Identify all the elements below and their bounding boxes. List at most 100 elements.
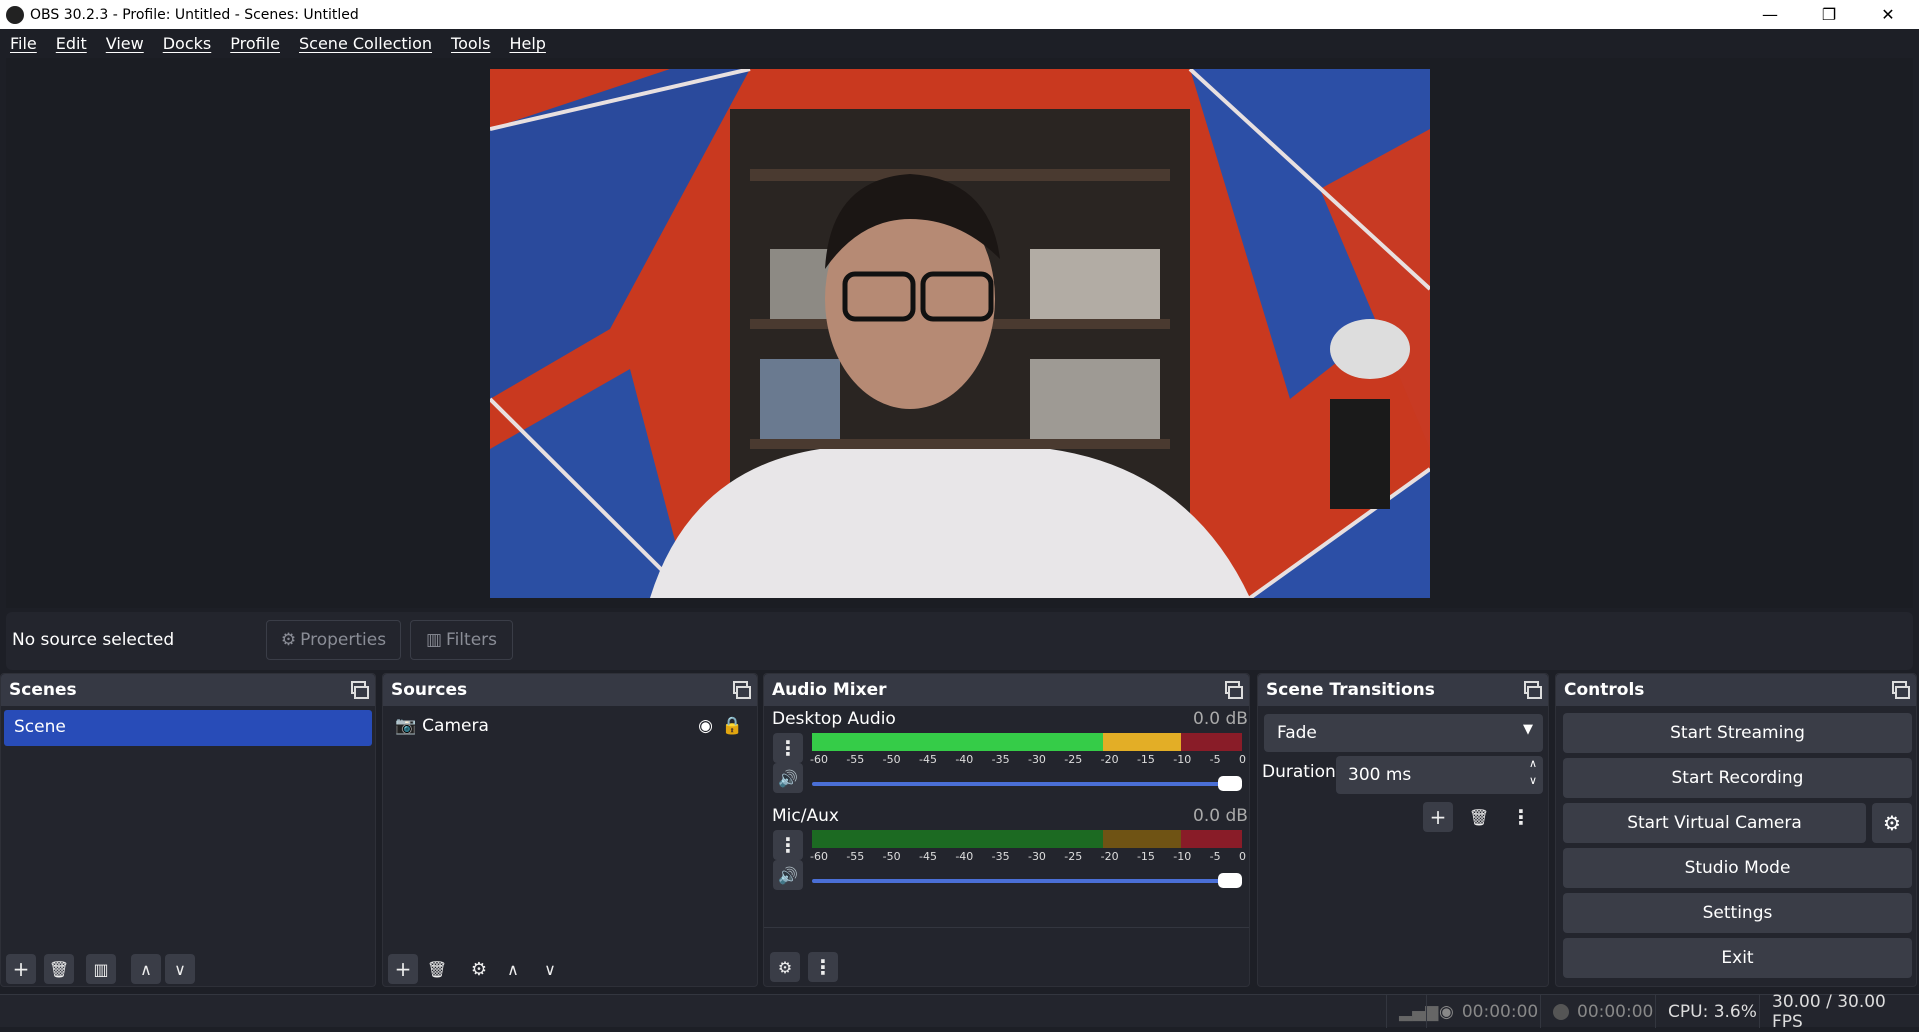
meter-tick-label: -20: [1100, 753, 1119, 766]
volume-slider-handle[interactable]: [1218, 873, 1242, 888]
scene-filters-button[interactable]: ▥: [86, 954, 116, 984]
move-source-down-button[interactable]: ∨: [535, 954, 565, 984]
meter-tick-label: -60: [810, 850, 828, 863]
audio-advanced-settings-button[interactable]: ⚙: [770, 952, 800, 982]
volume-slider[interactable]: [812, 776, 1242, 791]
meter-green: [812, 830, 1103, 848]
mute-speaker-icon[interactable]: 🔊: [773, 860, 803, 890]
properties-button[interactable]: ⚙ Properties: [266, 620, 401, 660]
menu-profile[interactable]: Profile: [220, 34, 289, 53]
meter-tick-label: -25: [1064, 753, 1083, 766]
filter-icon: ▥: [425, 630, 443, 650]
source-label: Camera: [422, 716, 489, 736]
visibility-eye-icon[interactable]: ◉: [698, 716, 713, 736]
move-scene-up-button[interactable]: ∧: [131, 954, 161, 984]
channel-db: 0.0 dB: [1193, 806, 1248, 826]
menu-file[interactable]: File: [0, 34, 46, 53]
spin-up-icon[interactable]: ∧: [1529, 757, 1537, 770]
start-streaming-button[interactable]: Start Streaming: [1563, 713, 1912, 753]
gear-icon: ⚙: [280, 630, 297, 650]
window-title: OBS 30.2.3 - Profile: Untitled - Scenes:…: [30, 6, 359, 23]
volume-slider-handle[interactable]: [1218, 776, 1242, 791]
add-scene-button[interactable]: +: [6, 954, 36, 984]
no-source-label: No source selected: [12, 630, 175, 650]
channel-name: Mic/Aux: [772, 806, 839, 826]
remove-source-button[interactable]: 🗑: [422, 954, 452, 984]
menu-help[interactable]: Help: [499, 34, 554, 53]
meter-tick-label: -60: [810, 753, 828, 766]
menu-view[interactable]: View: [96, 34, 153, 53]
audio-mixer-menu-button[interactable]: ⋮: [808, 952, 838, 982]
settings-button[interactable]: Settings: [1563, 893, 1912, 933]
volume-slider[interactable]: [812, 873, 1242, 888]
start-virtual-camera-button[interactable]: Start Virtual Camera: [1563, 803, 1866, 843]
camera-preview-video[interactable]: [490, 69, 1430, 598]
gear-icon: ⚙: [1883, 811, 1901, 835]
sources-header: Sources: [383, 674, 757, 706]
volume-meter: [812, 733, 1242, 751]
meter-red: [1181, 733, 1242, 751]
start-recording-button[interactable]: Start Recording: [1563, 758, 1912, 798]
menu-scene-collection[interactable]: Scene Collection: [289, 34, 441, 53]
undock-icon[interactable]: [351, 681, 369, 699]
stream-status: ◉ 00:00:00: [1426, 995, 1538, 1028]
source-item[interactable]: 📷 Camera ◉ 🔒: [383, 706, 757, 746]
exit-button[interactable]: Exit: [1563, 938, 1912, 978]
minimize-button[interactable]: —: [1741, 0, 1799, 29]
channel-db: 0.0 dB: [1193, 709, 1248, 729]
scenes-title: Scenes: [9, 680, 77, 700]
undock-icon[interactable]: [1524, 681, 1542, 699]
spin-down-icon[interactable]: ∨: [1529, 774, 1537, 787]
remove-transition-button[interactable]: 🗑: [1464, 802, 1494, 832]
remove-scene-button[interactable]: 🗑: [44, 954, 74, 984]
meter-tick-label: -10: [1173, 850, 1192, 863]
scene-item[interactable]: Scene: [4, 710, 372, 746]
virtual-camera-settings-button[interactable]: ⚙: [1872, 803, 1912, 843]
record-dot-icon: [1553, 1003, 1569, 1020]
menu-docks[interactable]: Docks: [153, 34, 221, 53]
meter-tick-label: 0: [1238, 753, 1246, 766]
transition-menu-button[interactable]: ⋮: [1506, 802, 1536, 832]
meter-tick-label: -35: [991, 850, 1010, 863]
studio-mode-button[interactable]: Studio Mode: [1563, 848, 1912, 888]
meter-tick-label: -30: [1027, 753, 1046, 766]
meter-tick-label: -30: [1027, 850, 1046, 863]
restore-button[interactable]: ❐: [1800, 0, 1858, 29]
undock-icon[interactable]: [1225, 681, 1243, 699]
meter-tick-label: -15: [1136, 850, 1155, 863]
record-status: 00:00:00: [1540, 995, 1653, 1028]
scenes-header: Scenes: [1, 674, 375, 706]
meter-red: [1181, 830, 1242, 848]
record-time: 00:00:00: [1577, 1001, 1654, 1022]
meter-yellow: [1103, 830, 1181, 848]
meter-scale: -60 -55 -50 -45 -40 -35 -30 -25 -20 -15 -10 -5 0: [810, 753, 1246, 766]
source-properties-button[interactable]: ⚙: [464, 954, 494, 984]
undock-icon[interactable]: [733, 681, 751, 699]
meter-tick-label: -45: [918, 753, 937, 766]
stream-time: 00:00:00: [1461, 1001, 1539, 1022]
channel-menu-button[interactable]: ⋮: [773, 733, 803, 763]
meter-tick-label: -45: [918, 850, 937, 863]
volume-meter: [812, 830, 1242, 848]
add-source-button[interactable]: +: [388, 954, 418, 984]
meter-yellow: [1103, 733, 1181, 751]
meter-tick-label: -25: [1064, 850, 1083, 863]
mute-speaker-icon[interactable]: 🔊: [773, 763, 803, 793]
cpu-usage: CPU: 3.6%: [1655, 995, 1757, 1028]
sources-dock: Sources 📷 Camera ◉ 🔒 + 🗑 ⚙ ∧ ∨: [382, 673, 758, 987]
lock-icon[interactable]: 🔒: [722, 716, 743, 736]
transition-select[interactable]: Fade ▼: [1264, 714, 1543, 752]
menu-edit[interactable]: Edit: [46, 34, 96, 53]
move-source-up-button[interactable]: ∧: [498, 954, 528, 984]
menu-tools[interactable]: Tools: [441, 34, 499, 53]
channel-menu-button[interactable]: ⋮: [773, 830, 803, 860]
meter-tick-label: -5: [1209, 753, 1221, 766]
controls-title: Controls: [1564, 680, 1645, 700]
close-button[interactable]: ✕: [1859, 0, 1917, 29]
controls-header: Controls: [1556, 674, 1916, 706]
duration-spinbox[interactable]: 300 ms ∧ ∨: [1336, 756, 1543, 794]
add-transition-button[interactable]: +: [1423, 802, 1453, 832]
move-scene-down-button[interactable]: ∨: [165, 954, 195, 984]
undock-icon[interactable]: [1892, 681, 1910, 699]
filters-button[interactable]: ▥ Filters: [410, 620, 513, 660]
